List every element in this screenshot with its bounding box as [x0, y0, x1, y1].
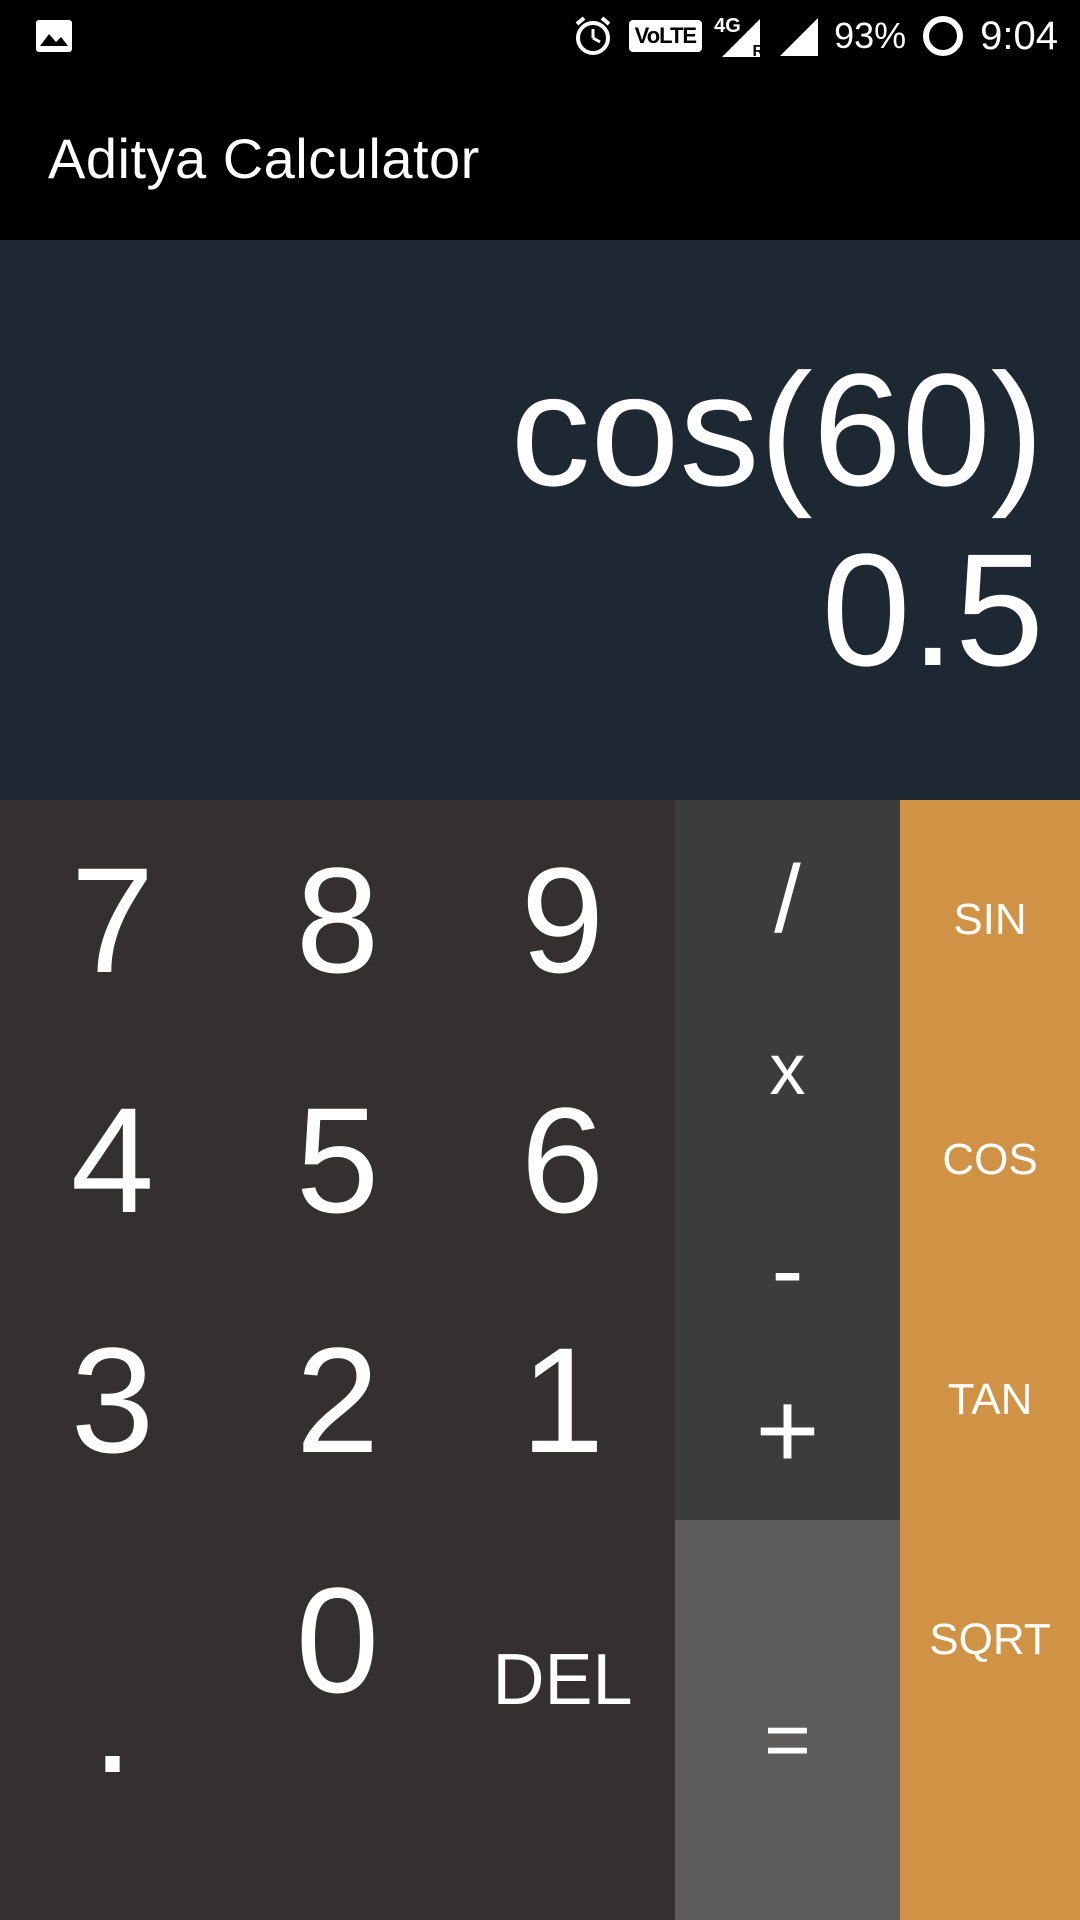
key-7[interactable]: 7 — [0, 800, 225, 1040]
sqrt-button[interactable]: SQRT — [900, 1520, 1080, 1760]
status-bar: VoLTE 4G R 93% 9:04 — [0, 0, 1080, 72]
key-9[interactable]: 9 — [450, 800, 675, 1040]
volte-icon: VoLTE — [628, 20, 703, 52]
network-4g-icon: 4G R — [714, 13, 765, 60]
battery-icon — [920, 13, 966, 59]
app-title: Aditya Calculator — [48, 127, 480, 190]
result-text: 0.5 — [821, 520, 1044, 699]
digit-pad: 7 8 9 4 5 6 3 2 1 . 0 DEL — [0, 800, 675, 1920]
keypad: 7 8 9 4 5 6 3 2 1 . 0 DEL / x - + = SIN … — [0, 800, 1080, 1920]
key-3[interactable]: 3 — [0, 1280, 225, 1520]
add-button[interactable]: + — [675, 1350, 900, 1510]
key-6[interactable]: 6 — [450, 1040, 675, 1280]
battery-percent: 93% — [834, 15, 907, 56]
equals-button[interactable]: = — [675, 1620, 900, 1860]
key-decimal[interactable]: . — [0, 1520, 225, 1920]
divide-button[interactable]: / — [675, 820, 900, 980]
key-8[interactable]: 8 — [225, 800, 450, 1040]
key-1[interactable]: 1 — [450, 1280, 675, 1520]
subtract-button[interactable]: - — [675, 1190, 900, 1350]
key-4[interactable]: 4 — [0, 1040, 225, 1280]
key-5[interactable]: 5 — [225, 1040, 450, 1280]
multiply-button[interactable]: x — [675, 990, 900, 1150]
sin-button[interactable]: SIN — [900, 800, 1080, 1040]
roaming-label: R — [752, 43, 765, 60]
image-icon — [34, 16, 74, 56]
alarm-icon — [571, 14, 615, 58]
signal-icon — [776, 14, 820, 58]
calculator-display: cos(60) 0.5 — [0, 240, 1080, 800]
key-2[interactable]: 2 — [225, 1280, 450, 1520]
scientific-pad: SIN COS TAN SQRT — [900, 800, 1080, 1920]
clock: 9:04 — [980, 13, 1058, 58]
status-icons: VoLTE 4G R 93% 9:04 — [571, 8, 1058, 64]
expression-text: cos(60) — [510, 340, 1044, 519]
equals-panel: = — [675, 1520, 900, 1920]
operator-pad: / x - + — [675, 800, 900, 1520]
app-bar: Aditya Calculator — [0, 72, 1080, 240]
cos-button[interactable]: COS — [900, 1040, 1080, 1280]
delete-button[interactable]: DEL — [450, 1560, 675, 1800]
tan-button[interactable]: TAN — [900, 1280, 1080, 1520]
key-0[interactable]: 0 — [225, 1520, 450, 1760]
